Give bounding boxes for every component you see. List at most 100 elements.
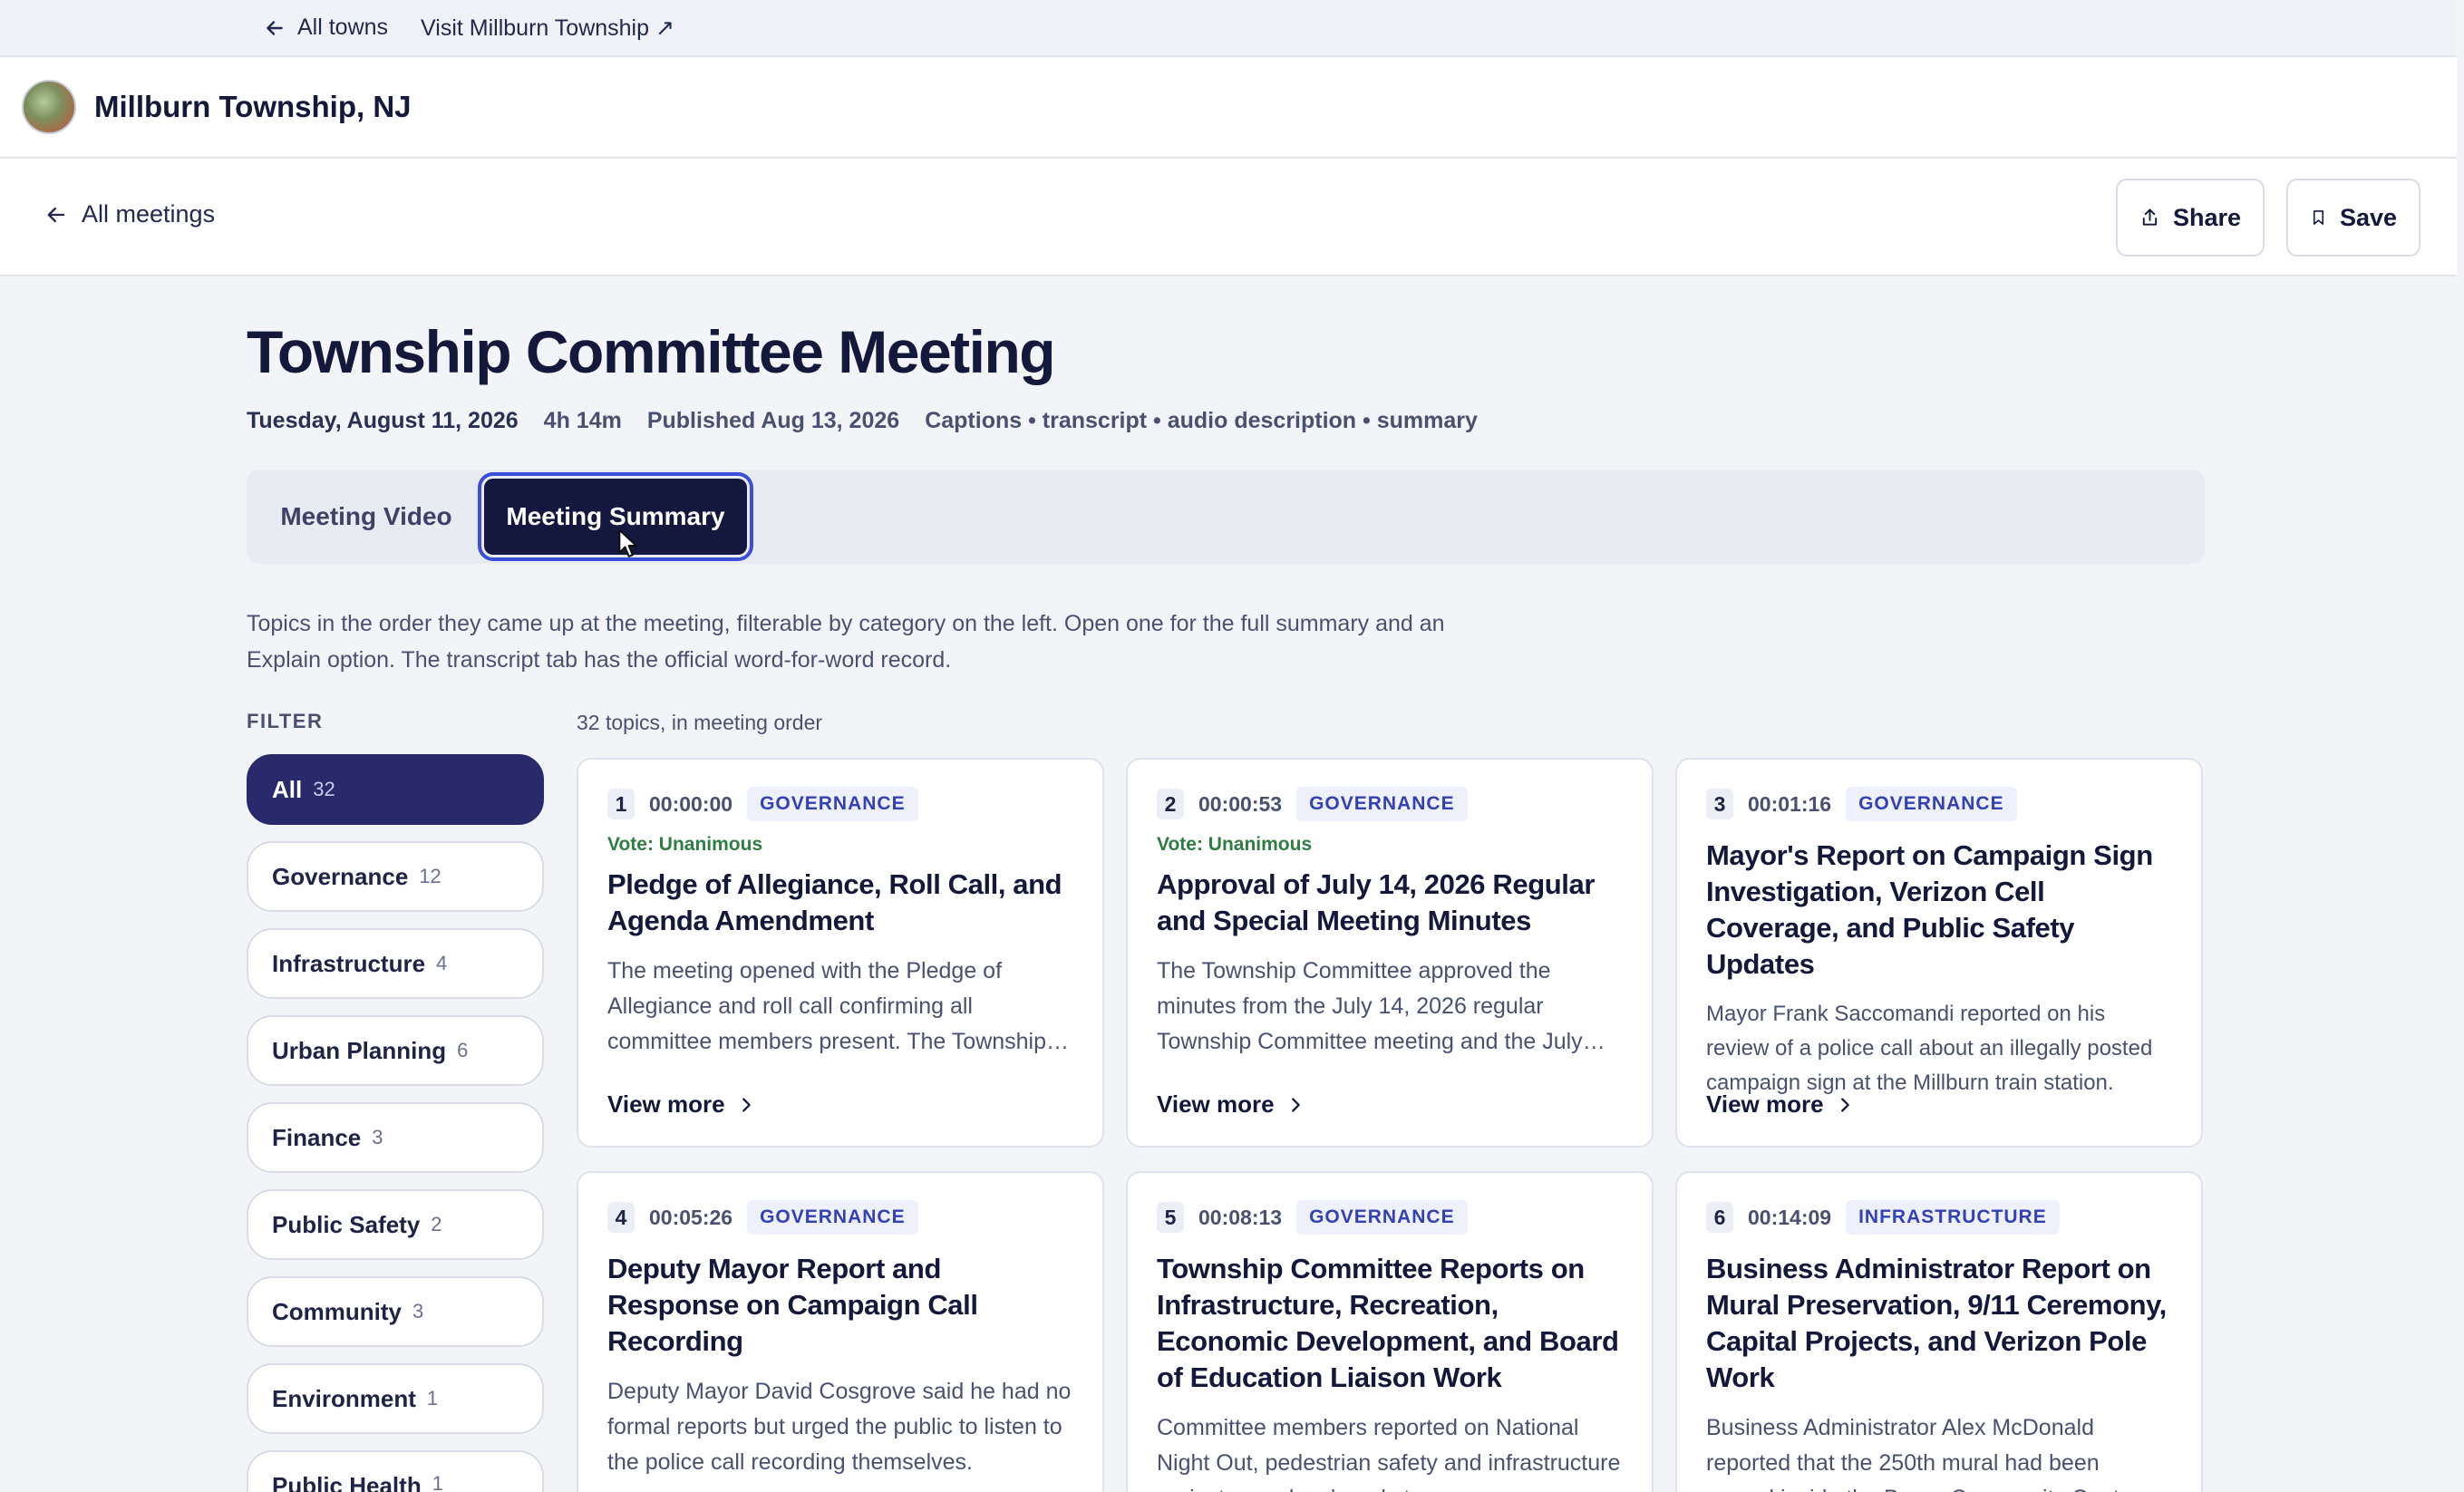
card-header: 1 00:00:00 GOVERNANCE <box>607 787 1073 821</box>
topic-description: The Township Committee approved the minu… <box>1157 958 1583 1054</box>
filter-count: 4 <box>436 952 448 974</box>
vote-result: Vote: Unanimous <box>1157 834 1313 855</box>
bookmark-icon <box>2313 210 2323 225</box>
topic-title: Pledge of Allegiance, Roll Call, and Age… <box>607 868 1062 936</box>
filter-public-health[interactable]: Public Health 1 <box>247 1450 544 1492</box>
tab-meeting-summary[interactable]: Meeting Summary <box>478 472 753 561</box>
filter-heading: FILTER <box>247 710 324 732</box>
tab-meeting-video[interactable]: Meeting Video <box>267 479 466 555</box>
filter-label: Public Safety <box>272 1210 421 1238</box>
filter-label: Finance <box>272 1123 362 1151</box>
card-header: 2 00:00:53 GOVERNANCE <box>1157 787 1623 821</box>
tab-bar: Meeting Video Meeting Summary <box>247 470 2205 564</box>
top-bar: All towns Visit Millburn Township ↗ <box>0 0 2457 57</box>
available-assets: Captions • transcript • audio descriptio… <box>925 408 1478 433</box>
category-badge: INFRASTRUCTURE <box>1846 1200 2060 1235</box>
filter-count: 6 <box>457 1039 469 1061</box>
topic-card-grid: 1 00:00:00 GOVERNANCE Vote: Unanimous Pl… <box>577 758 2205 1492</box>
topic-number: 2 <box>1157 789 1184 819</box>
topic-card[interactable]: 5 00:08:13 GOVERNANCE Township Committee… <box>1126 1171 1654 1492</box>
topic-number: 4 <box>607 1202 635 1233</box>
filter-infrastructure[interactable]: Infrastructure 4 <box>247 928 544 999</box>
category-badge: GOVERNANCE <box>1846 787 2017 821</box>
filter-urban-planning[interactable]: Urban Planning 6 <box>247 1015 544 1086</box>
topic-description: Business Administrator Alex McDonald rep… <box>1706 1415 2139 1492</box>
filter-community[interactable]: Community 3 <box>247 1276 544 1347</box>
all-towns-link[interactable]: All towns <box>263 15 388 41</box>
chevron-right-icon <box>742 1097 751 1112</box>
topic-card[interactable]: 3 00:01:16 GOVERNANCE Mayor's Report on … <box>1675 758 2203 1148</box>
timestamp-link[interactable]: 00:14:09 <box>1748 1206 1831 1230</box>
view-more-label: View more <box>1157 1090 1275 1118</box>
topic-description: Committee members reported on National N… <box>1157 1415 1621 1492</box>
topic-title: Approval of July 14, 2026 Regular and Sp… <box>1157 868 1595 936</box>
save-button[interactable]: Save <box>2286 179 2420 257</box>
topic-description: Deputy Mayor David Cosgrove said he had … <box>607 1379 1072 1475</box>
timestamp-link[interactable]: 00:05:26 <box>649 1206 732 1230</box>
filter-environment[interactable]: Environment 1 <box>247 1363 544 1434</box>
topic-description: The meeting opened with the Pledge of Al… <box>607 958 1047 1054</box>
filter-label: All <box>272 775 303 803</box>
filter-count: 1 <box>426 1387 439 1410</box>
category-badge: GOVERNANCE <box>1296 787 1468 821</box>
topic-title: Business Administrator Report on Mural P… <box>1706 1253 2167 1393</box>
topic-card[interactable]: 2 00:00:53 GOVERNANCE Vote: Unanimous Ap… <box>1126 758 1654 1148</box>
category-badge: GOVERNANCE <box>1296 1200 1468 1235</box>
filter-label: Infrastructure <box>272 949 426 977</box>
topic-title: Deputy Mayor Report and Response on Camp… <box>607 1253 978 1357</box>
category-badge: GOVERNANCE <box>747 1200 918 1235</box>
filter-governance[interactable]: Governance 12 <box>247 841 544 912</box>
meeting-duration: 4h 14m <box>543 408 622 433</box>
timestamp-link[interactable]: 00:00:53 <box>1198 792 1282 817</box>
card-header: 3 00:01:16 GOVERNANCE <box>1706 787 2172 821</box>
timestamp-link[interactable]: 00:01:16 <box>1748 792 1831 817</box>
filter-public-safety[interactable]: Public Safety 2 <box>247 1189 544 1260</box>
topic-card[interactable]: 4 00:05:26 GOVERNANCE Deputy Mayor Repor… <box>577 1171 1104 1492</box>
page-title: Township Committee Meeting <box>247 318 1056 385</box>
timestamp-link[interactable]: 00:08:13 <box>1198 1206 1282 1230</box>
meeting-date: Tuesday, August 11, 2026 <box>247 408 519 433</box>
town-seal-avatar <box>22 80 76 134</box>
all-meetings-link[interactable]: All meetings <box>44 200 215 228</box>
mouse-cursor-icon <box>618 528 638 557</box>
timestamp-link[interactable]: 00:00:00 <box>649 792 732 817</box>
topic-title: Township Committee Reports on Infrastruc… <box>1157 1253 1619 1393</box>
view-more-link[interactable]: View more <box>1706 1090 1855 1119</box>
topic-count: 32 topics, in meeting order <box>577 711 823 734</box>
topic-number: 1 <box>607 789 635 819</box>
visit-township-link[interactable]: Visit Millburn Township ↗ <box>421 15 674 42</box>
vote-result: Vote: Unanimous <box>607 834 763 855</box>
view-more-link[interactable]: View more <box>1157 1090 1305 1119</box>
topic-card[interactable]: 1 00:00:00 GOVERNANCE Vote: Unanimous Pl… <box>577 758 1104 1148</box>
all-towns-label: All towns <box>297 15 389 40</box>
filter-all[interactable]: All 32 <box>247 754 544 825</box>
category-badge: GOVERNANCE <box>747 787 918 821</box>
town-header: Millburn Township, NJ <box>0 57 2457 159</box>
filter-label: Governance <box>272 862 409 890</box>
filter-count: 3 <box>372 1126 383 1148</box>
view-more-link[interactable]: View more <box>607 1090 756 1119</box>
share-label: Share <box>2172 203 2241 231</box>
filter-label: Urban Planning <box>272 1036 447 1064</box>
filter-count: 1 <box>432 1472 443 1492</box>
card-header: 4 00:05:26 GOVERNANCE <box>607 1200 1073 1235</box>
published-date: Published Aug 13, 2026 <box>646 408 900 433</box>
share-icon <box>2142 208 2158 226</box>
card-header: 6 00:14:09 INFRASTRUCTURE <box>1706 1200 2172 1235</box>
share-button[interactable]: Share <box>2116 179 2265 257</box>
filter-label: Community <box>272 1297 402 1325</box>
topic-number: 3 <box>1706 789 1733 819</box>
town-name[interactable]: Millburn Township, NJ <box>94 90 412 124</box>
filter-finance[interactable]: Finance 3 <box>247 1102 544 1173</box>
topic-card[interactable]: 6 00:14:09 INFRASTRUCTURE Business Admin… <box>1675 1171 2203 1492</box>
filter-count: 12 <box>419 865 441 887</box>
card-header: 5 00:08:13 GOVERNANCE <box>1157 1200 1623 1235</box>
topic-number: 5 <box>1157 1202 1184 1233</box>
topic-description: Mayor Frank Saccomandi reported on his r… <box>1706 1002 2153 1095</box>
summary-intro: Topics in the order they came up at the … <box>247 611 1445 673</box>
arrow-left-icon <box>47 207 65 222</box>
chevron-right-icon <box>1840 1097 1849 1112</box>
topic-title: Mayor's Report on Campaign Sign Investig… <box>1706 839 2153 980</box>
save-label: Save <box>2339 203 2397 231</box>
arrow-left-icon <box>267 20 283 35</box>
